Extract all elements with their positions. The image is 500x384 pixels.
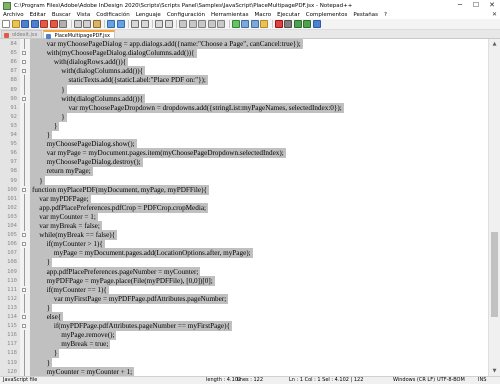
status-file-type: JavaScript file: [3, 377, 38, 383]
tab-bar: oldexit.jsx PlaceMultipagePDF.jsx: [0, 30, 500, 39]
menu-item[interactable]: Pestañas: [350, 11, 381, 19]
notepad-plus-plus-icon: [3, 1, 11, 10]
fold-toggle-icon[interactable]: [22, 96, 26, 101]
menu-item[interactable]: ?: [381, 11, 390, 19]
status-length: length : 4.102: [206, 377, 242, 383]
fold-toggle-icon[interactable]: [22, 60, 26, 65]
fold-toggle-icon[interactable]: [22, 51, 26, 56]
fold-guide: [24, 275, 25, 286]
menu-item[interactable]: Lenguaje: [133, 11, 164, 19]
macro-play-multiple-icon[interactable]: [303, 20, 311, 28]
line-number: 120: [7, 368, 17, 375]
fold-guide: [24, 302, 25, 313]
scroll-down-icon[interactable]: ▼: [489, 366, 500, 376]
show-all-chars-icon[interactable]: [207, 20, 216, 28]
close-button[interactable]: ✕: [484, 0, 500, 11]
menu-item[interactable]: Archivo: [0, 11, 27, 19]
maximize-button[interactable]: ☐: [468, 0, 484, 11]
title-bar: C:\Program Files\Adobe\Adobe InDesign 20…: [0, 0, 500, 11]
replace-icon[interactable]: [140, 20, 149, 28]
tab-inactive[interactable]: oldexit.jsx: [1, 30, 43, 38]
print-icon[interactable]: [59, 20, 67, 28]
sync-horizontal-icon[interactable]: [188, 20, 197, 28]
status-insert-mode: INS: [478, 377, 487, 383]
close-document-icon[interactable]: ✕: [492, 11, 497, 19]
fold-toggle-icon[interactable]: [22, 69, 26, 74]
doc-map-icon[interactable]: [241, 20, 249, 28]
zoom-out-icon[interactable]: [164, 20, 173, 28]
file-tab-icon: [46, 33, 52, 39]
menu-item[interactable]: Buscar: [49, 11, 74, 19]
macro-save-icon[interactable]: [312, 20, 321, 28]
copy-icon[interactable]: [83, 20, 91, 28]
fold-toggle-icon[interactable]: [22, 287, 26, 292]
close-all-icon[interactable]: [49, 20, 58, 28]
folder-workspace-icon[interactable]: [260, 20, 268, 28]
scroll-up-icon[interactable]: ▲: [489, 39, 500, 49]
status-eol: Windows (CR LF): [393, 377, 436, 383]
toolbar-separator: [128, 20, 129, 28]
macro-stop-icon[interactable]: [284, 20, 292, 28]
fold-guide: [24, 39, 25, 49]
menu-item[interactable]: Complementos: [303, 11, 351, 19]
menu-item[interactable]: Ejecutar: [274, 11, 303, 19]
menu-item[interactable]: Editar: [27, 11, 49, 19]
toolbar-separator: [70, 20, 72, 28]
status-lines: lines : 122: [237, 377, 264, 383]
new-file-icon[interactable]: [2, 20, 10, 28]
fold-guide: [24, 175, 25, 186]
vertical-scrollbar[interactable]: ▲ ▼: [488, 39, 500, 376]
file-tab-icon: [4, 32, 9, 38]
window-title: C:\Program Files\Adobe\Adobe InDesign 20…: [14, 2, 353, 9]
fold-toggle-icon[interactable]: [22, 324, 26, 329]
menu-item[interactable]: Herramientas: [208, 11, 251, 19]
close-file-icon[interactable]: [40, 20, 48, 28]
language-icon[interactable]: [231, 20, 240, 28]
toolbar-separator: [271, 20, 273, 28]
paste-icon[interactable]: [92, 20, 101, 28]
toolbar-separator: [176, 20, 177, 28]
status-bar: JavaScript file length : 4.102 lines : 1…: [0, 376, 500, 384]
macro-record-icon[interactable]: [274, 20, 283, 28]
code-editor[interactable]: 84 var myChoosePageDialog = app.dialogs.a…: [0, 39, 500, 376]
macro-play-icon[interactable]: [293, 20, 302, 28]
undo-icon[interactable]: [107, 20, 115, 28]
menu-item[interactable]: Vista: [74, 11, 94, 19]
fold-toggle-icon[interactable]: [22, 242, 26, 247]
function-list-icon[interactable]: [250, 20, 259, 28]
code-line[interactable]: 120 myCounter = myCounter + 1;: [7, 366, 488, 376]
open-folder-icon[interactable]: [11, 20, 20, 28]
code-text: myCounter = myCounter + 1;: [46, 367, 133, 376]
menu-item[interactable]: Codificación: [93, 11, 133, 19]
find-icon[interactable]: [131, 20, 139, 28]
word-wrap-icon[interactable]: [198, 20, 206, 28]
tab-active[interactable]: PlaceMultipagePDF.jsx: [43, 30, 115, 39]
redo-icon[interactable]: [116, 20, 125, 28]
fold-toggle-icon[interactable]: [22, 315, 26, 319]
toolbar-separator: [104, 20, 105, 28]
fold-toggle-icon[interactable]: [22, 233, 26, 238]
menu-item[interactable]: Macro: [251, 11, 274, 19]
scrollbar-thumb[interactable]: [491, 232, 498, 317]
indent-guide-icon[interactable]: [217, 20, 225, 28]
cut-icon[interactable]: [73, 20, 82, 28]
tab-label: oldexit.jsx: [12, 32, 38, 38]
toolbar-separator: [228, 20, 230, 28]
toolbar-separator: [152, 20, 153, 28]
save-all-icon[interactable]: [30, 20, 39, 28]
save-icon[interactable]: [21, 20, 29, 28]
sync-vertical-icon[interactable]: [179, 20, 187, 28]
fold-guide: [24, 366, 25, 376]
zoom-in-icon[interactable]: [155, 20, 163, 28]
fold-guide: [24, 84, 25, 95]
fold-toggle-icon[interactable]: [22, 187, 26, 192]
status-position: Ln : 1 Col : 1 Sel : 4.102 | 122: [289, 377, 364, 383]
minimize-button[interactable]: ─: [452, 0, 468, 11]
status-encoding: UTF-8-BOM: [437, 377, 465, 383]
menu-item[interactable]: Configuración: [164, 11, 208, 19]
toolbar: [0, 19, 500, 30]
menu-bar: Archivo Editar Buscar Vista Codificación Leng…: [0, 11, 500, 19]
fold-guide: [24, 221, 25, 231]
